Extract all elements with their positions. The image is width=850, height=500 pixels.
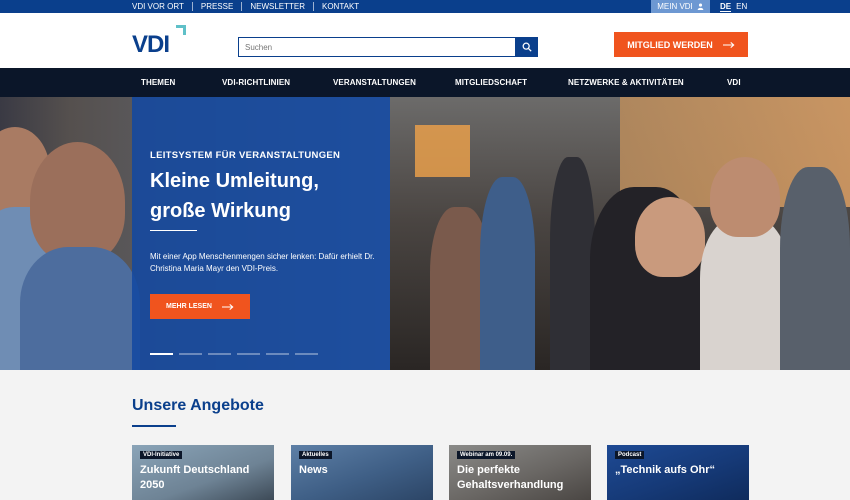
hero-person	[780, 167, 850, 370]
nav-item-themen[interactable]: THEMEN	[141, 68, 175, 97]
card-title: Zukunft Deutschland 2050	[140, 464, 250, 491]
nav-item-veranstaltungen[interactable]: VERANSTALTUNGEN	[333, 68, 416, 97]
hero-person	[635, 197, 705, 277]
hero-person	[700, 217, 790, 370]
link-presse[interactable]: PRESSE	[191, 2, 241, 11]
mehr-lesen-button[interactable]: MEHR LESEN	[150, 294, 250, 319]
hero-title: Kleine Umleitung, große Wirkung	[150, 170, 319, 222]
nav-item-mitgliedschaft[interactable]: MITGLIEDSCHAFT	[455, 68, 527, 97]
arrow-right-icon	[722, 41, 735, 48]
card-badge: Aktuelles	[299, 451, 332, 459]
user-icon	[697, 3, 704, 10]
card-title: „Technik aufs Ohr“	[615, 464, 716, 476]
vdi-logo[interactable]: VDI	[132, 25, 192, 59]
utility-links: VDI VOR ORT PRESSE NEWSLETTER KONTAKT	[132, 0, 367, 13]
section-divider	[132, 425, 176, 427]
card-badge: Webinar am 09.09.	[457, 451, 516, 459]
arrow-right-icon	[221, 303, 234, 310]
search-input[interactable]	[238, 37, 516, 57]
link-vdi-vor-ort[interactable]: VDI VOR ORT	[132, 2, 192, 11]
lang-en[interactable]: EN	[736, 2, 747, 11]
card-badge: Podcast	[615, 451, 645, 459]
hero-window	[415, 125, 470, 177]
hero-person	[30, 142, 125, 262]
link-kontakt[interactable]: KONTAKT	[313, 2, 367, 11]
slide-indicator[interactable]	[266, 353, 289, 355]
nav-item-vdi[interactable]: VDI	[727, 68, 741, 97]
nav-item-vdi-richtlinien[interactable]: VDI-RICHTLINIEN	[222, 68, 290, 97]
offer-card-webinar[interactable]: Webinar am 09.09. Die perfekte Gehaltsve…	[449, 445, 591, 500]
main-navigation: THEMEN VDI-RICHTLINIEN VERANSTALTUNGEN M…	[0, 68, 850, 97]
offer-card-podcast[interactable]: Podcast „Technik aufs Ohr“	[607, 445, 749, 500]
hero-person	[480, 177, 535, 370]
slide-indicator[interactable]	[295, 353, 318, 355]
hero-photo-right	[390, 97, 850, 370]
hero-divider	[150, 230, 197, 231]
hero-person	[550, 157, 595, 370]
lang-de[interactable]: DE	[720, 2, 732, 12]
language-switcher: DE EN	[720, 0, 747, 13]
top-utility-bar: VDI VOR ORT PRESSE NEWSLETTER KONTAKT ME…	[0, 0, 850, 13]
nav-item-netzwerke[interactable]: NETZWERKE & AKTIVITÄTEN	[568, 68, 684, 97]
slide-indicator[interactable]	[150, 353, 173, 355]
hero-person	[20, 247, 140, 370]
card-title: News	[299, 464, 328, 476]
hero-person	[710, 157, 780, 237]
card-title: Die perfekte Gehaltsverhandlung	[457, 464, 564, 491]
mein-vdi-label: MEIN VDI	[657, 2, 693, 11]
hero-kicker: LEITSYSTEM FÜR VERANSTALTUNGEN	[150, 150, 341, 161]
card-badge: VDI-Initiative	[140, 451, 183, 459]
mein-vdi-button[interactable]: MEIN VDI	[651, 0, 710, 13]
mehr-lesen-label: MEHR LESEN	[166, 303, 212, 310]
hero-description: Mit einer App Menschenmengen sicher lenk…	[150, 252, 375, 273]
section-title-angebote: Unsere Angebote	[132, 397, 264, 414]
hero-teaser-box: LEITSYSTEM FÜR VERANSTALTUNGEN Kleine Um…	[132, 97, 390, 370]
logo-text: VDI	[132, 31, 170, 58]
mitglied-werden-button[interactable]: MITGLIED WERDEN	[614, 32, 748, 57]
slide-indicator[interactable]	[179, 353, 202, 355]
offer-card-zukunft[interactable]: VDI-Initiative Zukunft Deutschland 2050	[132, 445, 274, 500]
link-newsletter[interactable]: NEWSLETTER	[241, 2, 313, 11]
site-header: VDI MITGLIED WERDEN	[0, 13, 850, 68]
slide-indicator[interactable]	[208, 353, 231, 355]
slider-indicators	[150, 353, 318, 355]
slide-indicator[interactable]	[237, 353, 260, 355]
cta-label: MITGLIED WERDEN	[627, 39, 713, 50]
offer-card-news[interactable]: Aktuelles News	[291, 445, 433, 500]
search-button[interactable]	[516, 37, 538, 57]
logo-corner-mark	[176, 25, 186, 35]
hero-slider: LEITSYSTEM FÜR VERANSTALTUNGEN Kleine Um…	[0, 97, 850, 370]
search-icon	[522, 42, 532, 52]
